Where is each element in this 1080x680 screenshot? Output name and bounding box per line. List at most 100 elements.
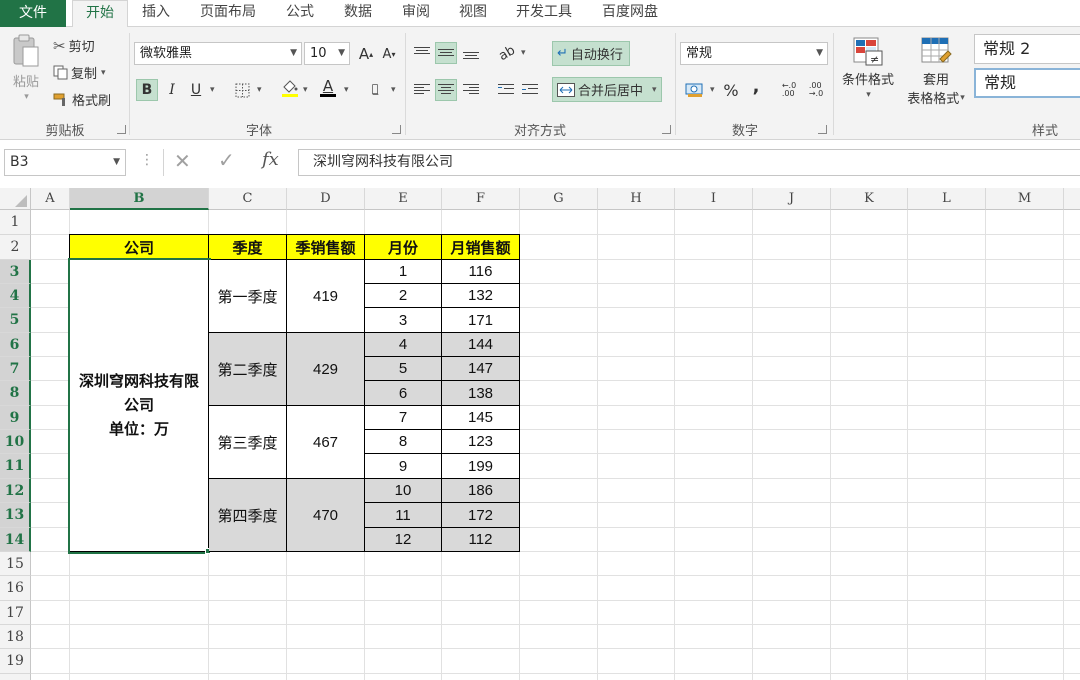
tab-developer[interactable]: 开发工具	[508, 0, 580, 27]
company-merged-cell[interactable]: 深圳穹网科技有限 公司 单位：万	[70, 260, 209, 552]
copy-button[interactable]: 复制 ▾	[53, 63, 106, 82]
font-launcher-icon[interactable]	[392, 125, 401, 134]
header-cell-company[interactable]: 公司	[70, 235, 209, 260]
month-cell[interactable]: 12	[365, 528, 442, 552]
quarter-sales-cell[interactable]: 429	[287, 333, 365, 406]
increase-decimal-button[interactable]: ←.0.00	[777, 79, 801, 101]
paste-button[interactable]: 粘贴 ▾	[8, 33, 44, 113]
header-cell-month[interactable]: 月份	[365, 235, 442, 260]
tab-home[interactable]: 开始	[72, 0, 128, 28]
wrap-text-button[interactable]: ↵ 自动换行	[552, 41, 630, 66]
orientation-button[interactable]: ab	[496, 42, 518, 64]
month-sales-cell[interactable]: 199	[442, 454, 520, 479]
row-header-10[interactable]: 10	[0, 430, 31, 454]
align-center-button[interactable]	[435, 79, 457, 101]
month-cell[interactable]: 11	[365, 503, 442, 528]
row-header-5[interactable]: 5	[0, 308, 31, 333]
conditional-format-button[interactable]: ≠ 条件格式 ▾	[838, 37, 898, 100]
quarter-sales-cell[interactable]: 467	[287, 406, 365, 479]
bold-button[interactable]: B	[136, 79, 158, 101]
tab-formulas[interactable]: 公式	[278, 0, 322, 27]
column-header-d[interactable]: D	[287, 188, 365, 210]
name-box[interactable]: B3 ▼	[4, 149, 126, 176]
month-sales-cell[interactable]: 116	[442, 260, 520, 284]
tab-page-layout[interactable]: 页面布局	[193, 0, 263, 27]
month-sales-cell[interactable]: 144	[442, 333, 520, 357]
month-sales-cell[interactable]: 138	[442, 381, 520, 406]
month-sales-cell[interactable]: 172	[442, 503, 520, 528]
row-header-19[interactable]: 19	[0, 649, 31, 674]
month-cell[interactable]: 4	[365, 333, 442, 357]
accounting-dropdown-icon[interactable]: ▾	[710, 85, 715, 95]
quarter-cell[interactable]: 第四季度	[209, 479, 287, 552]
quarter-sales-cell[interactable]: 470	[287, 479, 365, 552]
clipboard-launcher-icon[interactable]	[117, 125, 126, 134]
column-header-b[interactable]: B	[70, 188, 209, 210]
header-cell-month-sales[interactable]: 月销售额	[442, 235, 520, 260]
formula-input[interactable]: 深圳穹网科技有限公司	[298, 149, 1080, 176]
row-header-12[interactable]: 12	[0, 479, 31, 503]
decrease-decimal-button[interactable]: .00 →.0	[804, 79, 828, 101]
tab-review[interactable]: 审阅	[394, 0, 438, 27]
row-header-18[interactable]: 18	[0, 625, 31, 649]
month-cell[interactable]: 2	[365, 284, 442, 308]
row-header-3[interactable]: 3	[0, 260, 31, 284]
decrease-font-size-button[interactable]: A ▾	[378, 43, 400, 65]
month-cell[interactable]: 1	[365, 260, 442, 284]
tab-view[interactable]: 视图	[451, 0, 495, 27]
month-cell[interactable]: 5	[365, 357, 442, 381]
row-header-17[interactable]: 17	[0, 601, 31, 625]
quarter-cell[interactable]: 第一季度	[209, 260, 287, 333]
month-sales-cell[interactable]: 132	[442, 284, 520, 308]
month-cell[interactable]: 10	[365, 479, 442, 503]
font-color-dropdown-icon[interactable]: ▾	[344, 85, 349, 95]
quarter-cell[interactable]: 第二季度	[209, 333, 287, 406]
column-header-j[interactable]: J	[753, 188, 831, 210]
orientation-dropdown-icon[interactable]: ▾	[521, 48, 526, 58]
month-cell[interactable]: 7	[365, 406, 442, 430]
fill-color-button[interactable]	[279, 77, 301, 99]
number-launcher-icon[interactable]	[818, 125, 827, 134]
column-header-f[interactable]: F	[442, 188, 520, 210]
number-format-select[interactable]: 常规 ▼	[680, 42, 828, 65]
row-header-1[interactable]: 1	[0, 210, 31, 235]
borders-dropdown-icon[interactable]: ▾	[257, 85, 262, 95]
column-header-k[interactable]: K	[831, 188, 908, 210]
month-sales-cell[interactable]: 147	[442, 357, 520, 381]
month-cell[interactable]: 8	[365, 430, 442, 454]
increase-indent-button[interactable]	[519, 79, 541, 101]
insert-function-icon[interactable]: fx	[262, 149, 279, 170]
quarter-cell[interactable]: 第三季度	[209, 406, 287, 479]
column-header-a[interactable]: A	[31, 188, 70, 210]
accounting-format-button[interactable]	[682, 79, 708, 101]
decrease-indent-button[interactable]	[495, 79, 517, 101]
month-cell[interactable]: 3	[365, 308, 442, 333]
phonetic-dropdown-icon[interactable]: ▾	[391, 85, 396, 95]
month-sales-cell[interactable]: 123	[442, 430, 520, 454]
cell-style-normal-2[interactable]: 常规 2	[974, 34, 1080, 64]
cell-style-normal[interactable]: 常规	[974, 68, 1080, 98]
tab-baidu-netdisk[interactable]: 百度网盘	[594, 0, 666, 27]
increase-font-size-button[interactable]: A ▴	[355, 43, 377, 65]
percent-button[interactable]: %	[720, 79, 742, 101]
tab-data[interactable]: 数据	[336, 0, 380, 27]
copy-dropdown-icon[interactable]: ▾	[101, 68, 106, 78]
tab-file[interactable]: 文件	[0, 0, 66, 27]
column-header-h[interactable]: H	[598, 188, 675, 210]
row-header-9[interactable]: 9	[0, 406, 31, 430]
worksheet-grid[interactable]: A B C D E F G H I J K L M 1 2 3 4 5 6 7 …	[0, 188, 1080, 680]
column-header-l[interactable]: L	[908, 188, 986, 210]
paste-dropdown-icon[interactable]: ▾	[24, 92, 29, 102]
column-header-c[interactable]: C	[209, 188, 287, 210]
header-cell-quarter[interactable]: 季度	[209, 235, 287, 260]
month-cell[interactable]: 9	[365, 454, 442, 479]
column-header-e[interactable]: E	[365, 188, 442, 210]
cancel-icon[interactable]: ✕	[174, 149, 191, 173]
alignment-launcher-icon[interactable]	[662, 125, 671, 134]
quarter-sales-cell[interactable]: 419	[287, 260, 365, 333]
align-bottom-button[interactable]	[460, 42, 482, 64]
row-header-6[interactable]: 6	[0, 333, 31, 357]
row-header-15[interactable]: 15	[0, 552, 31, 576]
row-header-11[interactable]: 11	[0, 454, 31, 479]
align-left-button[interactable]	[411, 79, 433, 101]
